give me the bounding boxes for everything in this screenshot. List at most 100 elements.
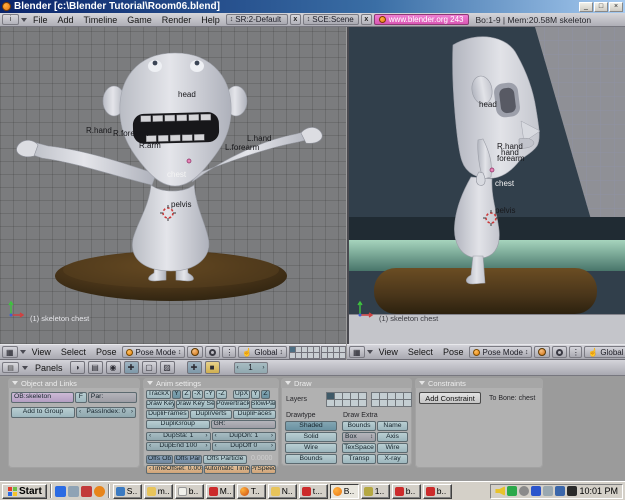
name-toggle[interactable]: Name — [377, 421, 408, 431]
draw-key-toggle[interactable]: Draw Key — [146, 400, 176, 409]
pivot-dropdown[interactable] — [205, 346, 221, 358]
editing-context-icon[interactable]: ▢ — [141, 361, 157, 374]
menu-select[interactable]: Select — [57, 347, 90, 357]
tray-app-icon[interactable] — [519, 486, 530, 496]
collapse-triangle-icon[interactable] — [419, 381, 425, 385]
wire-toggle[interactable]: Wire — [377, 443, 408, 453]
camera-icon[interactable] — [567, 486, 578, 496]
physics-subcontext-icon[interactable]: ■ — [204, 361, 220, 374]
track-negx-toggle[interactable]: -X — [192, 390, 203, 399]
bone-label[interactable]: head — [178, 91, 196, 99]
drawtype-bounds-button[interactable]: Bounds — [285, 454, 337, 464]
increment-icon[interactable]: › — [262, 364, 264, 371]
collapse-triangle-icon[interactable] — [285, 381, 291, 385]
tracky-toggle[interactable]: Y — [172, 390, 181, 399]
menu-view[interactable]: View — [375, 347, 402, 357]
taskbar-task[interactable]: S.. — [112, 483, 142, 499]
draw-key-sel-toggle[interactable]: Draw Key Sel — [176, 400, 216, 409]
trackx-toggle[interactable]: TrackX — [146, 390, 171, 399]
header-collapse-icon[interactable] — [19, 350, 26, 354]
add-constraint-button[interactable]: Add Constraint — [419, 392, 481, 404]
automatic-time-button[interactable]: Automatic Time — [203, 465, 251, 474]
offs-ob-toggle[interactable]: Offs Ob — [146, 455, 173, 464]
taskbar-task[interactable]: b.. — [174, 483, 204, 499]
layer-buttons-group-2[interactable] — [321, 346, 346, 359]
offs-particle-toggle[interactable]: Offs Particle — [203, 455, 247, 464]
taskbar-task[interactable]: N.. — [267, 483, 297, 499]
panel-header[interactable]: Anim settings — [143, 378, 279, 388]
bone-label[interactable]: head — [479, 101, 497, 109]
restore-button[interactable]: □ — [594, 1, 608, 12]
group-field[interactable]: GR: — [210, 420, 276, 429]
increment-icon[interactable]: › — [131, 409, 133, 416]
volume-icon[interactable] — [495, 486, 506, 496]
bone-label[interactable]: forearm — [497, 155, 525, 163]
bone-label[interactable]: L.hand — [247, 135, 271, 143]
window-type-icon[interactable]: ▤ — [2, 362, 19, 373]
mode-dropdown[interactable]: Pose Mode ↕ — [122, 346, 186, 358]
window-type-icon[interactable]: i — [2, 14, 19, 25]
orientation-dropdown[interactable]: ☝ Global ↕ — [584, 346, 625, 358]
track-negy-toggle[interactable]: -Y — [204, 390, 215, 399]
transp-toggle[interactable]: Transp — [342, 454, 376, 464]
xray-toggle[interactable]: X-ray — [377, 454, 408, 464]
panel-header[interactable]: Object and Links — [8, 378, 140, 388]
upz-toggle[interactable]: Z — [261, 390, 270, 399]
scene-browse-icon[interactable]: ↕ — [307, 16, 311, 23]
taskbar-task[interactable]: b.. — [391, 483, 421, 499]
ie-quicklaunch-icon[interactable] — [54, 485, 66, 497]
dupsta-field[interactable]: ‹ DupSta: 1 › — [146, 432, 211, 441]
bone-label[interactable]: R.forearm — [113, 130, 149, 138]
viewport-side[interactable]: head R.hand hand forearm chest pelvis (1… — [347, 27, 625, 344]
layer-buttons-group-2[interactable] — [371, 392, 412, 407]
dupoff-field[interactable]: ‹ DupOff 0 › — [211, 442, 276, 451]
header-collapse-icon[interactable] — [22, 365, 28, 370]
taskbar-task[interactable]: t... — [298, 483, 328, 499]
clock[interactable]: 10:01 PM — [579, 486, 618, 496]
timeoffset-field[interactable]: ‹TimeOffset: 0.00› — [146, 465, 203, 474]
taskbar-task[interactable]: M.. — [205, 483, 235, 499]
panel-header[interactable]: Constraints — [415, 378, 543, 388]
draw-mode-dropdown[interactable] — [187, 346, 204, 358]
parent-field[interactable]: Par: — [87, 392, 137, 403]
screen-selector[interactable]: ↕ SR:2-Default — [225, 14, 288, 25]
layer-buttons-group-1[interactable] — [326, 392, 367, 407]
trackz-toggle[interactable]: Z — [182, 390, 191, 399]
dupend-field[interactable]: ‹ DupEnd 100 › — [146, 442, 211, 451]
scene-delete-button[interactable]: x — [360, 14, 372, 25]
object-context-icon[interactable]: ✚ — [123, 361, 139, 374]
collapse-triangle-icon[interactable] — [147, 381, 153, 385]
pass-index-field[interactable]: ‹ PassIndex: 0 › — [76, 407, 136, 418]
frame-number-field[interactable]: ‹ 1 › — [233, 361, 268, 374]
version-banner[interactable]: www.blender.org 243 — [373, 14, 469, 25]
taskbar-task[interactable]: m.. — [143, 483, 173, 499]
start-button[interactable]: Start — [2, 483, 47, 499]
menu-pose[interactable]: Pose — [439, 347, 468, 357]
slowpar-toggle[interactable]: SlowPar — [251, 400, 276, 409]
tray-app-icon[interactable] — [543, 486, 554, 496]
menu-file[interactable]: File — [29, 15, 52, 25]
printer-icon[interactable] — [555, 486, 566, 496]
header-collapse-icon[interactable] — [366, 350, 373, 354]
manipulator-toggle[interactable]: ⋮ — [569, 346, 583, 358]
blender-quicklaunch-icon[interactable] — [93, 485, 105, 497]
screen-browse-icon[interactable]: ↕ — [230, 16, 234, 23]
menu-add[interactable]: Add — [54, 15, 78, 25]
dupliframes-toggle[interactable]: DupliFrames — [146, 410, 189, 419]
screen-delete-button[interactable]: x — [289, 14, 301, 25]
menu-render[interactable]: Render — [158, 15, 196, 25]
decrement-icon[interactable]: ‹ — [79, 409, 81, 416]
scene-context-icon[interactable]: ▨ — [159, 361, 175, 374]
offs-par-toggle[interactable]: Offs Par — [174, 455, 202, 464]
bone-label-selected[interactable]: chest — [495, 180, 514, 188]
taskbar-task[interactable]: T.. — [236, 483, 266, 499]
add-to-group-button[interactable]: Add to Group — [11, 407, 75, 418]
logic-context-icon[interactable]: ◑ — [69, 361, 85, 374]
header-collapse-icon[interactable] — [21, 17, 27, 22]
axis-toggle[interactable]: Axis — [377, 432, 408, 442]
bounds-toggle[interactable]: Bounds — [342, 421, 376, 431]
menu-help[interactable]: Help — [197, 15, 224, 25]
texspace-toggle[interactable]: TexSpace — [342, 443, 376, 453]
prspeed-button[interactable]: PrSpeed — [251, 465, 277, 474]
orientation-dropdown[interactable]: ☝ Global ↕ — [238, 346, 288, 358]
